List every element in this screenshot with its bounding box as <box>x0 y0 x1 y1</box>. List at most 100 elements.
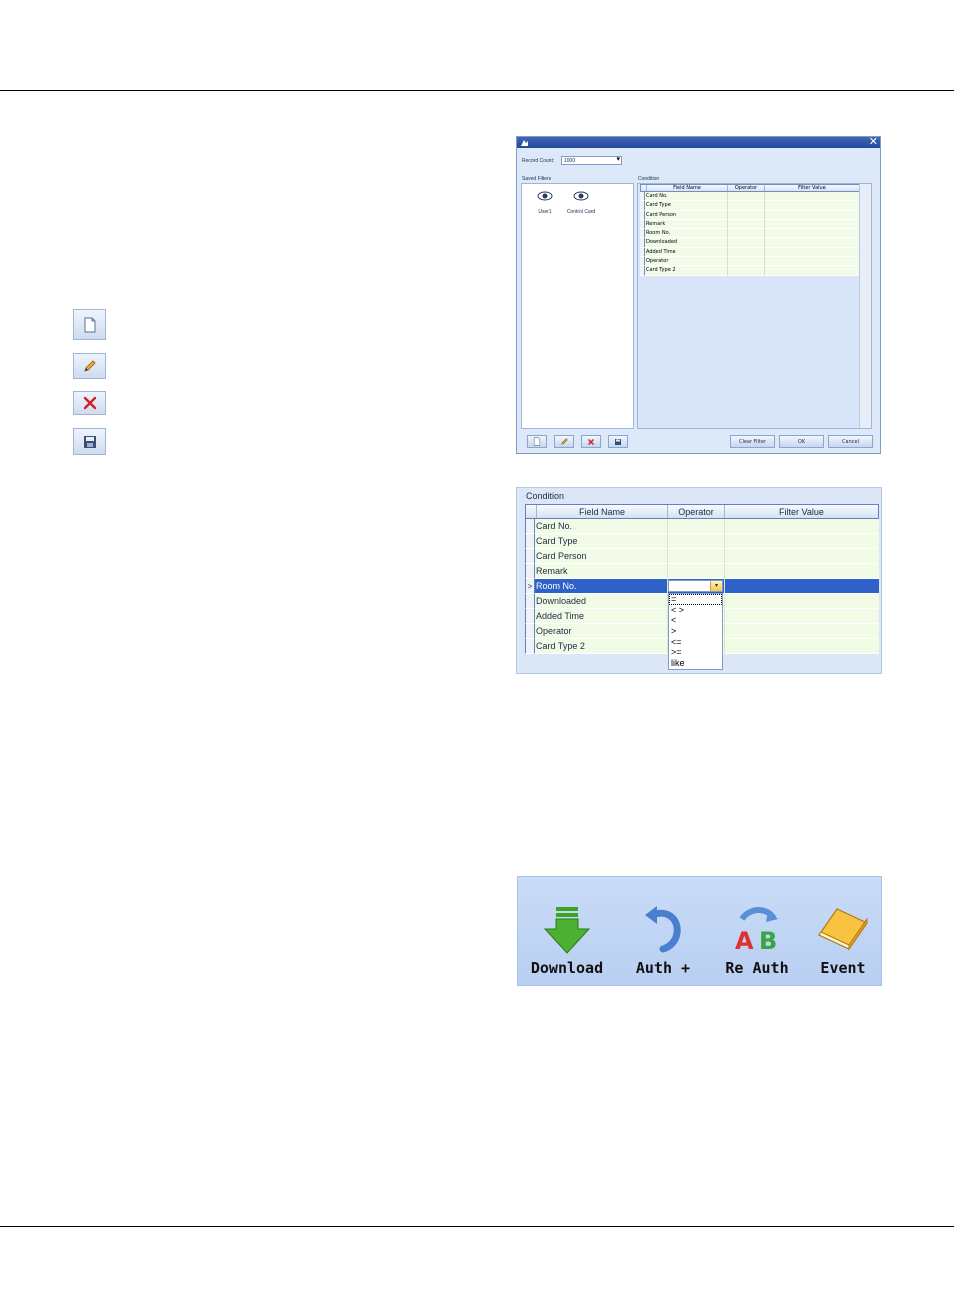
row-selector[interactable] <box>525 609 535 624</box>
table-row[interactable]: Card Type <box>525 534 879 549</box>
operator-cell[interactable] <box>727 247 764 258</box>
filter-value-cell[interactable] <box>764 219 860 230</box>
operator-option[interactable]: < > <box>669 605 722 616</box>
field-name-cell[interactable]: Room No. <box>645 229 727 239</box>
row-selector[interactable]: > <box>525 579 535 594</box>
saved-filter-control-card[interactable]: Control Card <box>564 187 598 215</box>
table-row[interactable]: Operator <box>640 257 860 267</box>
download-button[interactable]: Download <box>524 877 610 987</box>
table-row[interactable]: Card Person <box>525 549 879 564</box>
table-row[interactable]: Room No. <box>640 229 860 239</box>
table-row[interactable]: Card Person <box>640 210 860 220</box>
row-selector[interactable] <box>525 639 535 654</box>
operator-cell[interactable] <box>727 266 764 276</box>
operator-cell[interactable] <box>667 534 724 549</box>
field-name-cell[interactable]: Downloaded <box>645 238 727 248</box>
table-row[interactable]: Card Type 2 <box>640 266 860 276</box>
operator-cell[interactable] <box>727 219 764 230</box>
field-name-cell[interactable]: Room No. <box>535 579 667 594</box>
saved-filter-user1[interactable]: User1 <box>532 187 558 215</box>
field-name-cell[interactable]: Card Type 2 <box>645 266 727 276</box>
field-name-cell[interactable]: Added Time <box>645 247 727 258</box>
filter-value-cell[interactable] <box>724 519 879 534</box>
operator-editor[interactable]: ▾ <box>668 580 723 592</box>
operator-option[interactable]: >= <box>669 647 722 658</box>
clear-filter-button[interactable]: Clear Filter <box>730 435 775 448</box>
row-selector[interactable] <box>525 564 535 579</box>
filter-value-cell[interactable] <box>724 639 879 654</box>
filter-value-cell[interactable] <box>724 624 879 639</box>
operator-cell[interactable] <box>667 519 724 534</box>
filter-value-cell[interactable] <box>764 247 860 258</box>
field-name-cell[interactable]: Operator <box>645 257 727 267</box>
new-filter-button[interactable] <box>73 309 106 340</box>
operator-cell[interactable] <box>727 257 764 267</box>
filter-value-cell[interactable] <box>724 579 879 594</box>
operator-cell[interactable] <box>727 229 764 239</box>
table-row[interactable]: Card No. <box>640 192 860 202</box>
filter-value-cell[interactable] <box>764 201 860 211</box>
filter-value-cell[interactable] <box>764 257 860 267</box>
field-name-cell[interactable]: Card Type <box>645 201 727 211</box>
filter-value-cell[interactable] <box>724 609 879 624</box>
operator-cell[interactable] <box>727 238 764 248</box>
edit-filter-button[interactable] <box>73 353 106 379</box>
operator-cell[interactable] <box>727 201 764 211</box>
table-row[interactable]: Remark <box>525 564 879 579</box>
row-selector[interactable] <box>525 519 535 534</box>
filter-value-cell[interactable] <box>724 564 879 579</box>
field-name-cell[interactable]: Added Time <box>535 609 667 624</box>
table-row[interactable]: Remark <box>640 219 860 230</box>
operator-cell[interactable] <box>667 564 724 579</box>
table-row[interactable]: Downloaded <box>640 238 860 248</box>
table-row[interactable]: Added Time <box>640 247 860 258</box>
filter-value-cell[interactable] <box>724 549 879 564</box>
row-selector[interactable] <box>525 534 535 549</box>
edit-button[interactable] <box>554 435 574 448</box>
field-name-cell[interactable]: Operator <box>535 624 667 639</box>
cancel-button[interactable]: Cancel <box>828 435 873 448</box>
field-name-cell[interactable]: Remark <box>535 564 667 579</box>
operator-option[interactable]: < <box>669 615 722 626</box>
operator-option[interactable]: > <box>669 626 722 637</box>
operator-cell[interactable] <box>727 192 764 202</box>
operator-option[interactable]: = <box>669 594 722 605</box>
field-name-cell[interactable]: Card No. <box>645 192 727 202</box>
table-row[interactable]: Card Type <box>640 201 860 211</box>
field-name-cell[interactable]: Card Type <box>535 534 667 549</box>
filter-value-cell[interactable] <box>764 210 860 220</box>
operator-cell[interactable] <box>667 549 724 564</box>
field-name-cell[interactable]: Card Person <box>645 210 727 220</box>
close-icon[interactable]: ✕ <box>869 135 878 148</box>
new-button[interactable] <box>527 435 547 448</box>
delete-button[interactable] <box>581 435 601 448</box>
filter-value-cell[interactable] <box>764 266 860 276</box>
row-selector[interactable] <box>525 594 535 609</box>
operator-cell[interactable] <box>727 210 764 220</box>
event-button[interactable]: Event <box>810 877 876 987</box>
filter-value-cell[interactable] <box>724 534 879 549</box>
table-row[interactable]: Card No. <box>525 519 879 534</box>
field-name-cell[interactable]: Card No. <box>535 519 667 534</box>
filter-value-cell[interactable] <box>724 594 879 609</box>
filter-value-cell[interactable] <box>764 229 860 239</box>
filter-value-cell[interactable] <box>764 192 860 202</box>
re-auth-button[interactable]: A B Re Auth <box>716 877 798 987</box>
save-filter-button[interactable] <box>73 428 106 455</box>
operator-option[interactable]: <= <box>669 637 722 648</box>
field-name-cell[interactable]: Remark <box>645 219 727 230</box>
field-name-cell[interactable]: Card Person <box>535 549 667 564</box>
auth-plus-button[interactable]: Auth + <box>630 877 696 987</box>
field-name-cell[interactable]: Card Type 2 <box>535 639 667 654</box>
operator-option[interactable]: like <box>669 658 722 669</box>
ok-button[interactable]: OK <box>779 435 824 448</box>
save-button[interactable] <box>608 435 628 448</box>
row-selector[interactable] <box>525 549 535 564</box>
delete-filter-button[interactable] <box>73 391 106 415</box>
row-selector[interactable] <box>525 624 535 639</box>
filter-value-cell[interactable] <box>764 238 860 248</box>
dropdown-arrow-icon[interactable]: ▾ <box>710 581 722 591</box>
vertical-scrollbar[interactable] <box>859 184 871 428</box>
field-name-cell[interactable]: Downloaded <box>535 594 667 609</box>
record-count-select[interactable]: 1000 <box>561 156 622 165</box>
